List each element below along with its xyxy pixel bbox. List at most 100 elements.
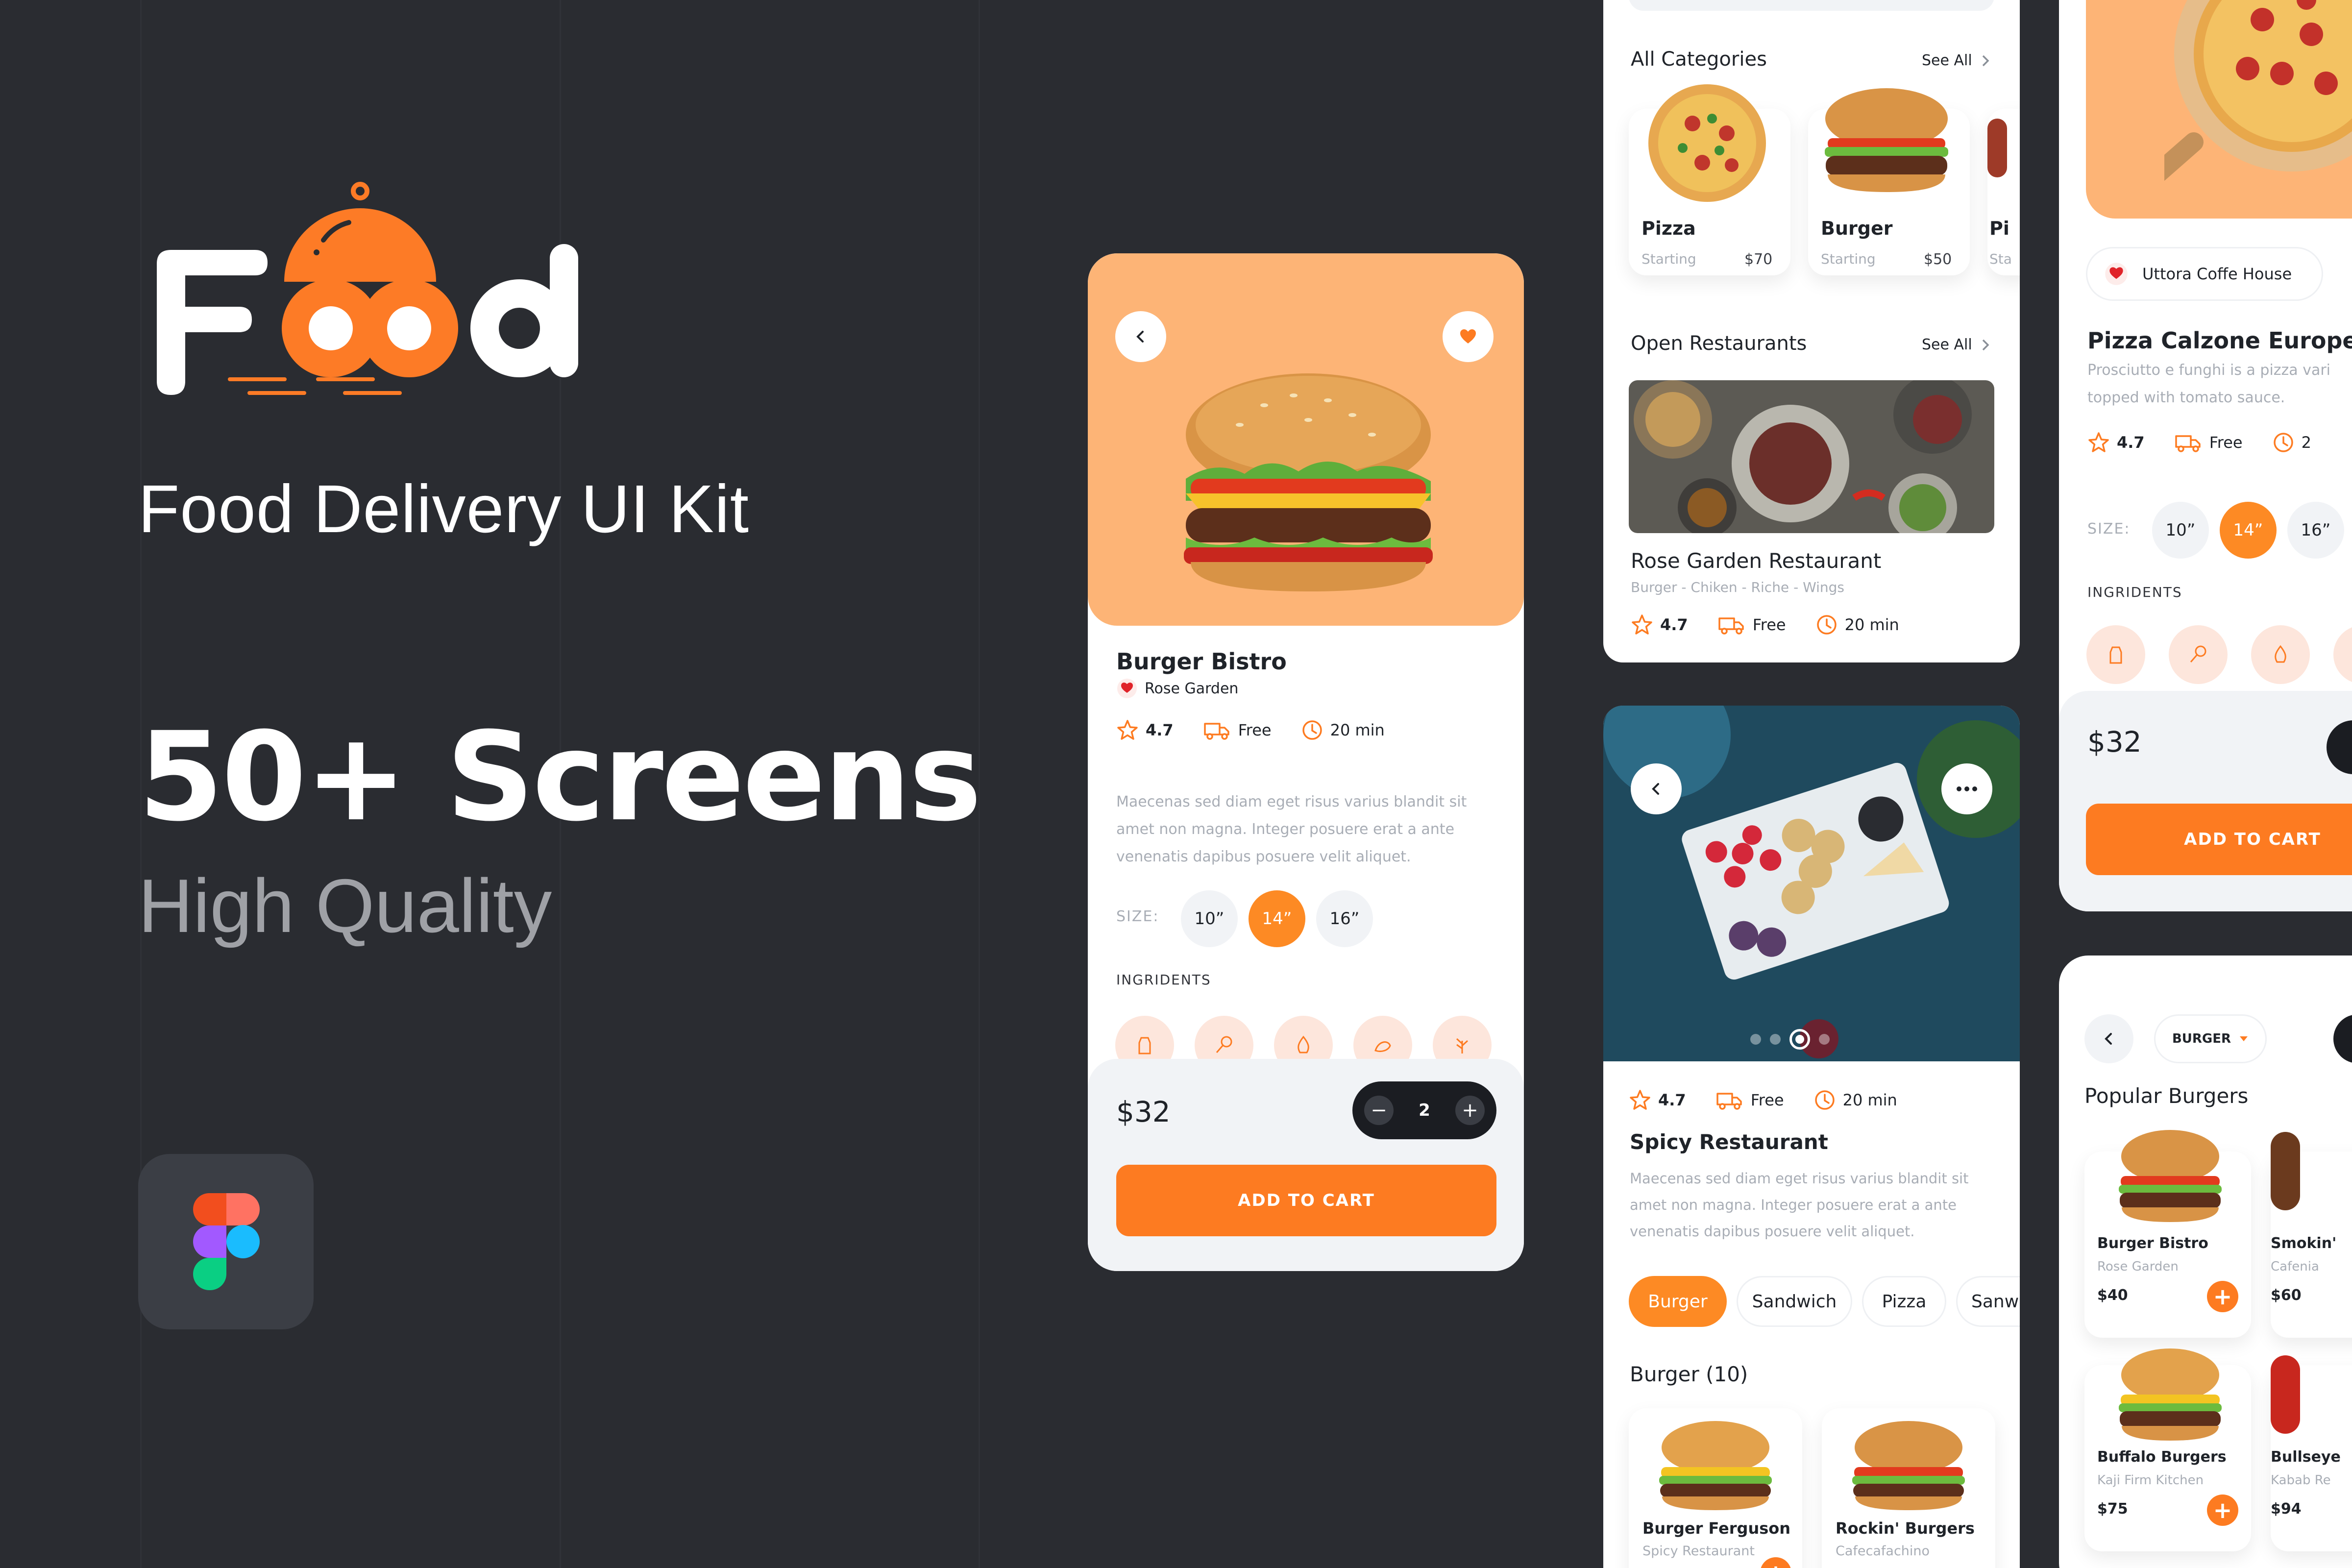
- food-card[interactable]: Burger Ferguson Spicy Restaurant: [1629, 1408, 1802, 1568]
- carousel-dots[interactable]: [1750, 1029, 1830, 1050]
- category-dropdown[interactable]: BURGER: [2154, 1014, 2267, 1063]
- burger-image-partial: [2271, 1355, 2300, 1434]
- delivery-fee: Free: [1750, 1091, 1784, 1109]
- delivery-fee: Free: [1238, 721, 1272, 739]
- quantity-stepper: − 2 +: [1352, 1081, 1496, 1139]
- burger-image: [2119, 1130, 2222, 1222]
- clock-icon: [1814, 1090, 1835, 1110]
- category-card-partial[interactable]: Pi Sta: [1987, 109, 2020, 275]
- burger-place: Cafenia: [2271, 1259, 2319, 1274]
- search-bar[interactable]: [1629, 0, 1994, 11]
- rating: 4.7: [2117, 433, 2145, 452]
- category-name: Pizza: [1642, 218, 1696, 239]
- see-all-restaurants[interactable]: See All: [1922, 336, 1990, 353]
- size-option[interactable]: 10”: [2152, 502, 2209, 559]
- add-button[interactable]: +: [2207, 1494, 2238, 1526]
- chip-sandwich[interactable]: Sandwich: [1737, 1276, 1852, 1327]
- ingredient-onion[interactable]: [2251, 625, 2310, 684]
- burger-card[interactable]: Burger Bistro Rose Garden $40 +: [2084, 1130, 2251, 1338]
- category-name: Burger: [1821, 218, 1893, 239]
- size-option-selected[interactable]: 14”: [1249, 890, 1305, 947]
- carousel-dot[interactable]: [1819, 1034, 1830, 1045]
- chip-pizza[interactable]: Pizza: [1862, 1276, 1946, 1327]
- onion-icon: [2275, 645, 2286, 663]
- star-icon: [1630, 1090, 1650, 1110]
- burger-image: [1184, 373, 1433, 591]
- food-name: Burger Ferguson: [1642, 1519, 1791, 1538]
- category-name: Pi: [1989, 218, 2009, 239]
- add-to-cart-button[interactable]: ADD TO CART: [2086, 804, 2352, 875]
- burger-place: Rose Garden: [2097, 1259, 2179, 1274]
- restaurant-detail-screen: 4.7 Free 20 min Spicy Restaurant Maecena…: [1603, 706, 2020, 1568]
- pizza-detail-screen: Uttora Coffe House Pizza Calzone Europea…: [2059, 0, 2352, 911]
- restaurant-name[interactable]: Rose Garden Restaurant: [1631, 549, 1881, 573]
- delivery-truck-icon: [1716, 1093, 1742, 1110]
- item-meta: 4.7 Free 2: [2087, 431, 2341, 454]
- item-title: Pizza Calzone Europea: [2087, 327, 2352, 354]
- carousel-dot[interactable]: [1770, 1034, 1781, 1045]
- more-options-button[interactable]: [1941, 763, 1992, 814]
- pepper-icon: [1374, 1041, 1391, 1053]
- see-all-label: See All: [1922, 52, 1972, 69]
- size-label: SIZE:: [1116, 908, 1159, 925]
- category-price: $70: [1744, 251, 1773, 268]
- carousel-dot-active[interactable]: [1789, 1029, 1810, 1050]
- see-all-categories[interactable]: See All: [1922, 52, 1990, 69]
- size-option[interactable]: 10”: [1181, 890, 1238, 947]
- increase-button[interactable]: +: [1455, 1096, 1485, 1125]
- food-card[interactable]: Rockin' Burgers Cafecafachino: [1822, 1408, 1995, 1568]
- delivery-time: 20 min: [1842, 1091, 1897, 1109]
- see-all-label: See All: [1922, 336, 1972, 353]
- chevron-right-icon: [1982, 55, 1989, 66]
- back-button[interactable]: [1115, 311, 1166, 362]
- chevron-left-icon: [1652, 783, 1659, 795]
- burger-card[interactable]: Smokin' Cafenia $60: [2271, 1132, 2352, 1338]
- restaurant-tag[interactable]: Rose Garden: [1116, 678, 1238, 699]
- ingredient-salt[interactable]: [2086, 625, 2145, 684]
- dropdown-value: BURGER: [2172, 1031, 2231, 1046]
- price: $32: [2087, 725, 2142, 759]
- category-card-pizza[interactable]: Pizza Starting $70: [1629, 84, 1790, 275]
- decrease-button[interactable]: −: [1364, 1096, 1394, 1125]
- chevron-left-icon: [2105, 1033, 2112, 1045]
- restaurant-image[interactable]: [1629, 380, 1994, 533]
- carousel-dot[interactable]: [1750, 1034, 1761, 1045]
- delivery-truck-icon: [1203, 723, 1229, 740]
- burger-name: Bullseye: [2271, 1448, 2341, 1466]
- chip-sandwich-partial[interactable]: Sanwi: [1956, 1276, 2020, 1327]
- section-title: Popular Burgers: [2084, 1084, 2249, 1108]
- ingredient-chicken[interactable]: [2169, 625, 2228, 684]
- burger-card[interactable]: Bullseye Kabab Re $94: [2271, 1355, 2352, 1551]
- chevron-left-icon: [1136, 331, 1144, 343]
- add-to-cart-button[interactable]: ADD TO CART: [1116, 1165, 1496, 1236]
- burger-card[interactable]: Buffalo Burgers Kaji Firm Kitchen $75 +: [2084, 1348, 2251, 1551]
- size-option[interactable]: 16”: [1316, 890, 1373, 947]
- delivery-time: 20 min: [1330, 721, 1385, 739]
- burger-place: Kaji Firm Kitchen: [2097, 1473, 2204, 1488]
- ingredient-pepper[interactable]: [2333, 625, 2352, 684]
- salt-shaker-icon: [2109, 646, 2122, 664]
- burger-name: Smokin': [2271, 1235, 2337, 1252]
- item-title: Burger Bistro: [1116, 648, 1287, 675]
- category-image-partial: [1987, 119, 2007, 177]
- figma-app-icon: [138, 1154, 314, 1329]
- item-description: Maecenas sed diam eget risus varius blan…: [1116, 793, 1467, 865]
- pizza-hero-panel: [2086, 0, 2352, 219]
- star-icon: [2088, 432, 2109, 452]
- category-card-burger[interactable]: Burger Starting $50: [1808, 88, 1970, 275]
- search-button[interactable]: [2333, 1014, 2352, 1063]
- restaurant-tag[interactable]: Uttora Coffe House: [2086, 247, 2323, 301]
- chip-burger[interactable]: Burger: [1629, 1276, 1727, 1327]
- pizza-image: [2164, 0, 2352, 181]
- delivery-time: 2: [2301, 433, 2311, 452]
- heart-icon: [1460, 329, 1476, 343]
- add-button[interactable]: +: [2207, 1281, 2238, 1312]
- back-button[interactable]: [2084, 1014, 2133, 1063]
- size-option[interactable]: 16”: [2287, 502, 2344, 559]
- back-button[interactable]: [1631, 763, 1682, 814]
- price: $32: [1116, 1095, 1171, 1128]
- salt-shaker-icon: [1138, 1037, 1151, 1054]
- restaurant-description: Maecenas sed diam eget risus varius blan…: [1630, 1170, 1969, 1240]
- favorite-button[interactable]: [1443, 311, 1494, 362]
- size-option-selected[interactable]: 14”: [2220, 502, 2277, 559]
